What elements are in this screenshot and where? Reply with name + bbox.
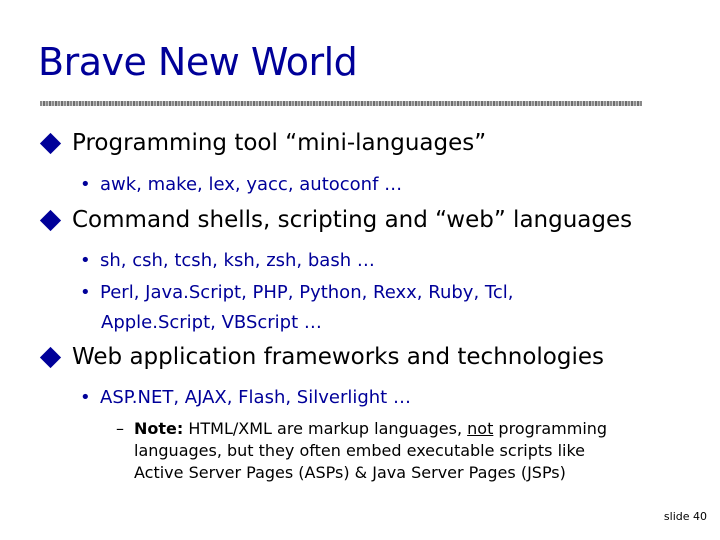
slide-number: slide 40 xyxy=(663,510,707,523)
sub-bullet-text: Perl, Java.Script, PHP, Python, Rexx, Ru… xyxy=(100,282,514,303)
note-text: programming xyxy=(493,419,608,438)
sub-bullet-text: awk, make, lex, yacc, autoconf … xyxy=(100,174,403,195)
diamond-bullet-icon xyxy=(39,209,62,231)
sub-bullet: • sh, csh, tcsh, ksh, zsh, bash … xyxy=(80,250,375,271)
slide: Brave New World Programming tool “mini-l… xyxy=(0,0,720,540)
dot-bullet-icon: • xyxy=(80,282,91,303)
title-divider xyxy=(40,101,642,106)
sub-bullet: • Perl, Java.Script, PHP, Python, Rexx, … xyxy=(80,282,513,303)
bullet-web-frameworks: Web application frameworks and technolog… xyxy=(39,344,604,370)
bullet-text: Programming tool “mini-languages” xyxy=(72,130,487,156)
sub-bullet-continuation: Apple.Script, VBScript … xyxy=(101,312,322,333)
bullet-text: Command shells, scripting and “web” lang… xyxy=(72,207,633,233)
note-line-3: Active Server Pages (ASPs) & Java Server… xyxy=(134,463,566,482)
sub-bullet-text: ASP.NET, AJAX, Flash, Silverlight … xyxy=(100,387,411,408)
sub-bullet: • awk, make, lex, yacc, autoconf … xyxy=(80,174,402,195)
note-label: Note: xyxy=(134,419,184,438)
sub-bullet-text: sh, csh, tcsh, ksh, zsh, bash … xyxy=(100,250,375,271)
bullet-text: Web application frameworks and technolog… xyxy=(72,344,604,370)
dot-bullet-icon: • xyxy=(80,387,91,408)
bullet-command-shells: Command shells, scripting and “web” lang… xyxy=(39,207,633,233)
sub-bullet: • ASP.NET, AJAX, Flash, Silverlight … xyxy=(80,387,411,408)
dash-bullet-icon: – xyxy=(116,419,124,438)
dot-bullet-icon: • xyxy=(80,174,91,195)
slide-title: Brave New World xyxy=(38,40,358,84)
dot-bullet-icon: • xyxy=(80,250,91,271)
note-line-1: Note: HTML/XML are markup languages, not… xyxy=(134,418,676,440)
note-text: HTML/XML are markup languages, xyxy=(183,419,468,438)
diamond-bullet-icon xyxy=(39,346,62,368)
note-body: Note: HTML/XML are markup languages, not… xyxy=(134,418,676,484)
note-line-2: languages, but they often embed executab… xyxy=(134,441,585,460)
bullet-mini-languages: Programming tool “mini-languages” xyxy=(39,130,487,156)
note-block: – Note: HTML/XML are markup languages, n… xyxy=(116,418,676,484)
diamond-bullet-icon xyxy=(39,132,62,154)
note-emphasis: not xyxy=(467,419,494,438)
